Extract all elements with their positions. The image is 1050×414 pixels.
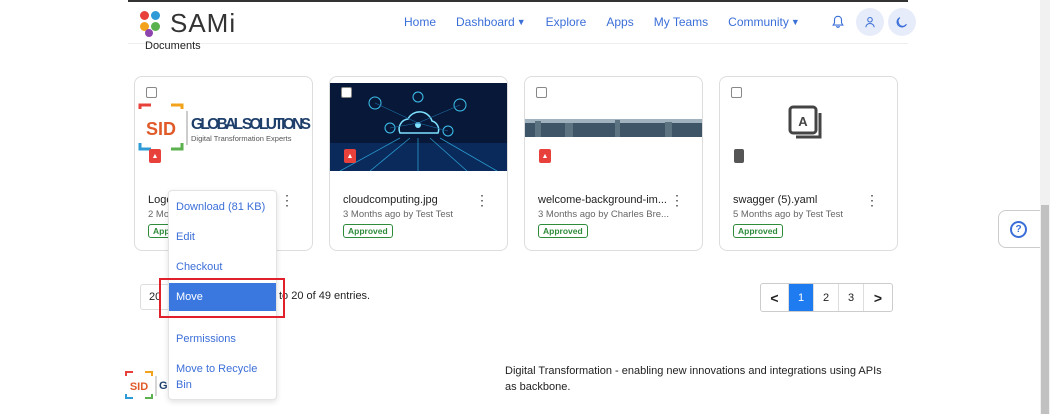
file-meta: 3 Months ago by Charles Bre... bbox=[538, 209, 669, 220]
footer-logo-text: SID bbox=[130, 381, 148, 393]
user-icon[interactable] bbox=[855, 8, 884, 36]
sami-logo-icon bbox=[140, 10, 162, 37]
more-options-icon[interactable]: ⋮ bbox=[280, 193, 294, 207]
menu-checkout[interactable]: Checkout bbox=[169, 259, 276, 275]
file-name: cloudcomputing.jpg bbox=[343, 194, 438, 206]
thumbnail-global-solutions: SID GLOBAL SOLUTIONS Digital Transformat… bbox=[135, 83, 312, 171]
main-nav: Home Dashboard ▼ Explore Apps My Teams Co… bbox=[404, 8, 916, 36]
chevron-down-icon: ▼ bbox=[790, 17, 800, 27]
footer-logo-fragment: G bbox=[159, 380, 168, 392]
more-options-icon[interactable]: ⋮ bbox=[475, 193, 489, 207]
thumbnail-document: A bbox=[720, 83, 897, 171]
page-1-button[interactable]: 1 bbox=[789, 284, 814, 311]
header-divider bbox=[128, 43, 908, 44]
bell-icon[interactable] bbox=[824, 8, 852, 36]
nav-community[interactable]: Community ▼ bbox=[728, 15, 800, 29]
document-file-icon bbox=[734, 149, 744, 163]
select-checkbox[interactable] bbox=[341, 87, 352, 98]
scrollbar-thumb[interactable] bbox=[1041, 205, 1049, 414]
breadcrumb: Documents bbox=[145, 40, 201, 52]
thumbnail-cloud-computing bbox=[330, 83, 507, 172]
footer-tagline: Digital Transformation - enabling new in… bbox=[505, 365, 882, 393]
prev-page-button[interactable]: < bbox=[761, 284, 789, 311]
file-meta: 2 Mo bbox=[148, 209, 170, 220]
image-file-icon: ▲ bbox=[539, 149, 551, 163]
status-badge: Approved bbox=[733, 224, 783, 238]
thumb-subtitle-text: Digital Transformation Experts bbox=[191, 134, 292, 143]
moon-icon[interactable] bbox=[887, 8, 916, 36]
help-icon: ? bbox=[1010, 220, 1027, 238]
nav-home[interactable]: Home bbox=[404, 15, 436, 29]
brand-logo[interactable]: SAMi bbox=[140, 8, 236, 39]
image-file-icon: ▲ bbox=[149, 149, 161, 163]
file-card[interactable]: A swagger (5).yaml 5 Months ago by Test … bbox=[719, 76, 898, 251]
file-name: welcome-background-im... bbox=[538, 194, 667, 206]
status-badge: Approved bbox=[538, 224, 588, 238]
page-3-button[interactable]: 3 bbox=[839, 284, 864, 311]
thumb-sid-text: SID bbox=[146, 119, 176, 139]
nav-my-teams[interactable]: My Teams bbox=[654, 15, 708, 29]
status-badge: Approved bbox=[343, 224, 393, 238]
more-options-icon[interactable]: ⋮ bbox=[865, 193, 879, 207]
select-checkbox[interactable] bbox=[146, 87, 157, 98]
file-name: swagger (5).yaml bbox=[733, 194, 818, 206]
select-checkbox[interactable] bbox=[536, 87, 547, 98]
nav-apps[interactable]: Apps bbox=[606, 15, 633, 29]
entries-summary: to 20 of 49 entries. bbox=[279, 290, 371, 302]
nav-dashboard[interactable]: Dashboard ▼ bbox=[456, 15, 526, 29]
menu-edit[interactable]: Edit bbox=[169, 229, 276, 245]
page-2-button[interactable]: 2 bbox=[814, 284, 839, 311]
chevron-down-icon: ▼ bbox=[516, 17, 526, 27]
brand-name: SAMi bbox=[170, 8, 237, 38]
image-file-icon: ▲ bbox=[344, 149, 356, 163]
menu-permissions[interactable]: Permissions bbox=[169, 331, 276, 347]
footer-logo: SID G bbox=[125, 370, 170, 400]
svg-text:A: A bbox=[798, 114, 808, 129]
menu-move-to-recycle-bin[interactable]: Move to Recycle Bin bbox=[169, 361, 259, 393]
file-meta: 3 Months ago by Test Test bbox=[343, 209, 454, 220]
thumb-title-text: GLOBAL SOLUTIONS bbox=[191, 116, 311, 133]
file-card[interactable]: ▲ cloudcomputing.jpg 3 Months ago by Tes… bbox=[329, 76, 508, 251]
select-checkbox[interactable] bbox=[731, 87, 742, 98]
file-meta: 5 Months ago by Test Test bbox=[733, 209, 844, 220]
menu-download[interactable]: Download (81 KB) bbox=[169, 199, 276, 215]
thumbnail-city-skyline bbox=[525, 83, 702, 171]
more-options-icon[interactable]: ⋮ bbox=[670, 193, 684, 207]
pagination: < 1 2 3 > bbox=[760, 283, 893, 312]
file-card[interactable]: ▲ welcome-background-im... 3 Months ago … bbox=[524, 76, 703, 251]
top-border bbox=[128, 0, 908, 2]
next-page-button[interactable]: > bbox=[864, 284, 892, 311]
nav-explore[interactable]: Explore bbox=[546, 15, 587, 29]
highlight-callout bbox=[159, 278, 285, 318]
